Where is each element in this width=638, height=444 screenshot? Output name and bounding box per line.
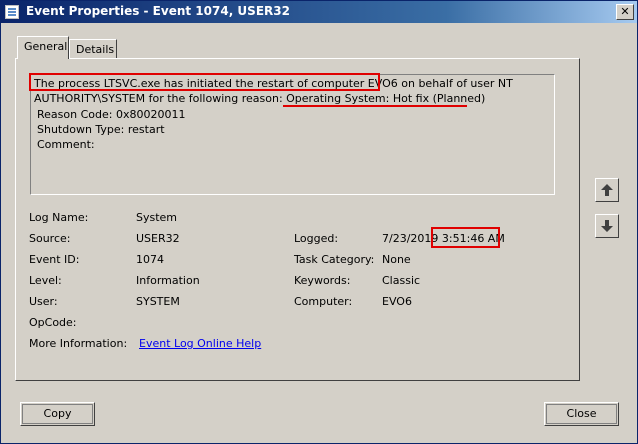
- event-id-label: Event ID:: [29, 253, 80, 266]
- message-line-2-prefix: AUTHORITY\SYSTEM for the following reaso…: [34, 92, 287, 105]
- keywords-value: Classic: [382, 274, 421, 287]
- highlight-box-logged-time: [431, 227, 500, 248]
- event-log-online-help-link[interactable]: Event Log Online Help: [139, 337, 261, 350]
- tab-general[interactable]: General: [17, 36, 69, 59]
- message-line-1-rest: on behalf of user NT: [397, 77, 513, 90]
- more-information-label: More Information:: [29, 337, 128, 350]
- user-label: User:: [29, 295, 58, 308]
- message-shutdown-type: Shutdown Type: restart: [37, 123, 165, 136]
- tab-details[interactable]: Details: [69, 39, 117, 59]
- copy-button[interactable]: Copy: [20, 402, 95, 426]
- log-name-value: System: [136, 211, 178, 224]
- underline-reason: [283, 105, 467, 107]
- level-value: Information: [136, 274, 200, 287]
- logged-label: Logged:: [294, 232, 339, 245]
- previous-event-button[interactable]: [595, 178, 619, 202]
- user-value: SYSTEM: [136, 295, 180, 308]
- message-line-2: AUTHORITY\SYSTEM for the following reaso…: [34, 92, 485, 106]
- keywords-label: Keywords:: [294, 274, 351, 287]
- arrow-down-icon: [601, 220, 613, 232]
- source-value: USER32: [136, 232, 180, 245]
- source-label: Source:: [29, 232, 71, 245]
- arrow-up-icon: [601, 184, 613, 196]
- message-reason-text: Operating System: Hot fix (Planned): [286, 92, 486, 105]
- close-button[interactable]: Close: [544, 402, 619, 426]
- task-category-label: Task Category:: [294, 253, 375, 266]
- title-bar[interactable]: Event Properties - Event 1074, USER32 ✕: [1, 1, 637, 23]
- computer-value: EVO6: [382, 295, 412, 308]
- log-name-label: Log Name:: [29, 211, 89, 224]
- event-message-box[interactable]: The process LTSVC.exe has initiated the …: [30, 74, 555, 195]
- computer-label: Computer:: [294, 295, 353, 308]
- task-category-value: None: [382, 253, 411, 266]
- window-title: Event Properties - Event 1074, USER32: [26, 4, 290, 18]
- message-comment: Comment:: [37, 138, 95, 151]
- event-properties-window: Event Properties - Event 1074, USER32 ✕ …: [0, 0, 638, 444]
- title-close-button[interactable]: ✕: [616, 4, 634, 20]
- event-id-value: 1074: [136, 253, 164, 266]
- logged-date: 7/23/2019: [382, 232, 439, 245]
- highlight-box-message: [29, 73, 380, 91]
- next-event-button[interactable]: [595, 214, 619, 238]
- opcode-label: OpCode:: [29, 316, 77, 329]
- level-label: Level:: [29, 274, 62, 287]
- event-viewer-icon: [5, 5, 19, 19]
- message-reason-code: Reason Code: 0x80020011: [37, 108, 186, 121]
